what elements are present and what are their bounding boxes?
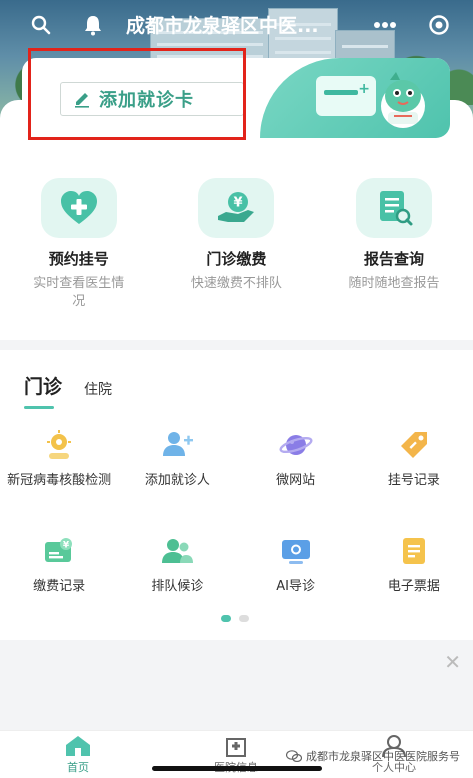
quick-item-subtitle: 快速缴费不排队 — [190, 276, 282, 291]
pager-dot-active[interactable] — [221, 615, 231, 622]
quick-item-report[interactable]: 报告查询 随时随地查报告 — [315, 178, 473, 311]
tab-label: 门诊 — [24, 376, 63, 398]
quick-item-title: 门诊缴费 — [206, 250, 267, 268]
quick-item-title: 预约挂号 — [48, 250, 109, 268]
tab-outpatient[interactable]: 门诊 — [24, 372, 63, 409]
watermark-text: 成都市龙泉驿区中医医院服务号 — [306, 750, 460, 763]
close-icon[interactable]: ✕ — [444, 650, 461, 674]
service-label: AI导诊 — [276, 579, 315, 594]
service-item[interactable]: 添加就诊人 — [118, 428, 236, 520]
id-card-icon: + — [316, 76, 376, 116]
service-grid: 新冠病毒核酸检测 添加就诊人 微网站 挂号记录 ¥ 缴费记录 排队候诊 AI导诊… — [0, 428, 473, 626]
services-panel: 门诊 住院 新冠病毒核酸检测 添加就诊人 微网站 挂号记录 ¥ 缴费记录 排队候… — [0, 350, 473, 640]
quick-item-subtitle: 随时随地查报告 — [348, 276, 440, 291]
e-receipt-icon — [397, 534, 431, 568]
quick-actions: 预约挂号 实时查看医生情况 ¥ 门诊缴费 快速缴费不排队 报告查询 随时随地查报… — [0, 178, 473, 311]
virus-test-icon — [42, 428, 76, 462]
queue-people-icon — [160, 534, 194, 568]
hospital-icon — [226, 738, 246, 757]
service-label: 添加就诊人 — [144, 473, 210, 488]
search-icon[interactable] — [28, 12, 54, 38]
quick-item-title: 报告查询 — [363, 250, 424, 268]
card-illustration: + — [260, 58, 450, 138]
service-label: 缴费记录 — [33, 579, 86, 594]
top-bar: 成都市龙泉驿区中医... — [0, 0, 473, 52]
svg-text:¥: ¥ — [63, 541, 70, 551]
pager-dots[interactable] — [221, 615, 249, 622]
ticket-tag-icon — [397, 428, 431, 462]
quick-item-subtitle: 实时查看医生情况 — [33, 276, 125, 309]
service-label: 新冠病毒核酸检测 — [7, 473, 112, 488]
svg-text:¥: ¥ — [234, 196, 243, 211]
service-item[interactable]: AI导诊 — [237, 534, 355, 626]
quick-item-payment[interactable]: ¥ 门诊缴费 快速缴费不排队 — [158, 178, 316, 311]
service-item[interactable]: 电子票据 — [355, 534, 473, 626]
hand-yen-icon: ¥ — [198, 178, 275, 238]
tab-bar: 门诊 住院 — [24, 372, 112, 409]
payment-record-icon: ¥ — [42, 534, 76, 568]
service-item[interactable]: 挂号记录 — [355, 428, 473, 520]
pager-dot[interactable] — [239, 615, 249, 622]
home-icon — [66, 736, 90, 756]
service-item[interactable]: ¥ 缴费记录 — [0, 534, 118, 626]
home-indicator — [152, 766, 322, 771]
service-item[interactable]: 新冠病毒核酸检测 — [0, 428, 118, 520]
heart-plus-icon — [40, 178, 117, 238]
service-label: 挂号记录 — [387, 473, 440, 488]
page-title: 成都市龙泉驿区中医... — [126, 15, 319, 37]
service-label: 电子票据 — [387, 579, 440, 594]
service-item[interactable]: 微网站 — [237, 428, 355, 520]
planet-icon — [279, 428, 313, 462]
service-label: 排队候诊 — [151, 579, 204, 594]
highlight-box — [28, 48, 246, 140]
tab-underline — [24, 406, 54, 409]
report-search-icon — [355, 178, 432, 238]
bell-icon[interactable] — [80, 12, 106, 38]
target-icon[interactable] — [426, 12, 452, 38]
nav-home[interactable]: 首页 — [38, 735, 118, 775]
service-label: 微网站 — [276, 473, 316, 488]
mascot-icon — [381, 72, 425, 128]
wechat-icon — [286, 750, 302, 762]
watermark: 成都市龙泉驿区中医医院服务号 — [286, 748, 460, 764]
nav-label: 首页 — [67, 761, 89, 774]
ai-screen-icon — [279, 534, 313, 568]
more-icon[interactable] — [372, 12, 398, 38]
add-person-icon — [160, 428, 194, 462]
service-item[interactable]: 排队候诊 — [118, 534, 236, 626]
quick-item-appointment[interactable]: 预约挂号 实时查看医生情况 — [0, 178, 158, 311]
tab-inpatient[interactable]: 住院 — [84, 379, 112, 399]
